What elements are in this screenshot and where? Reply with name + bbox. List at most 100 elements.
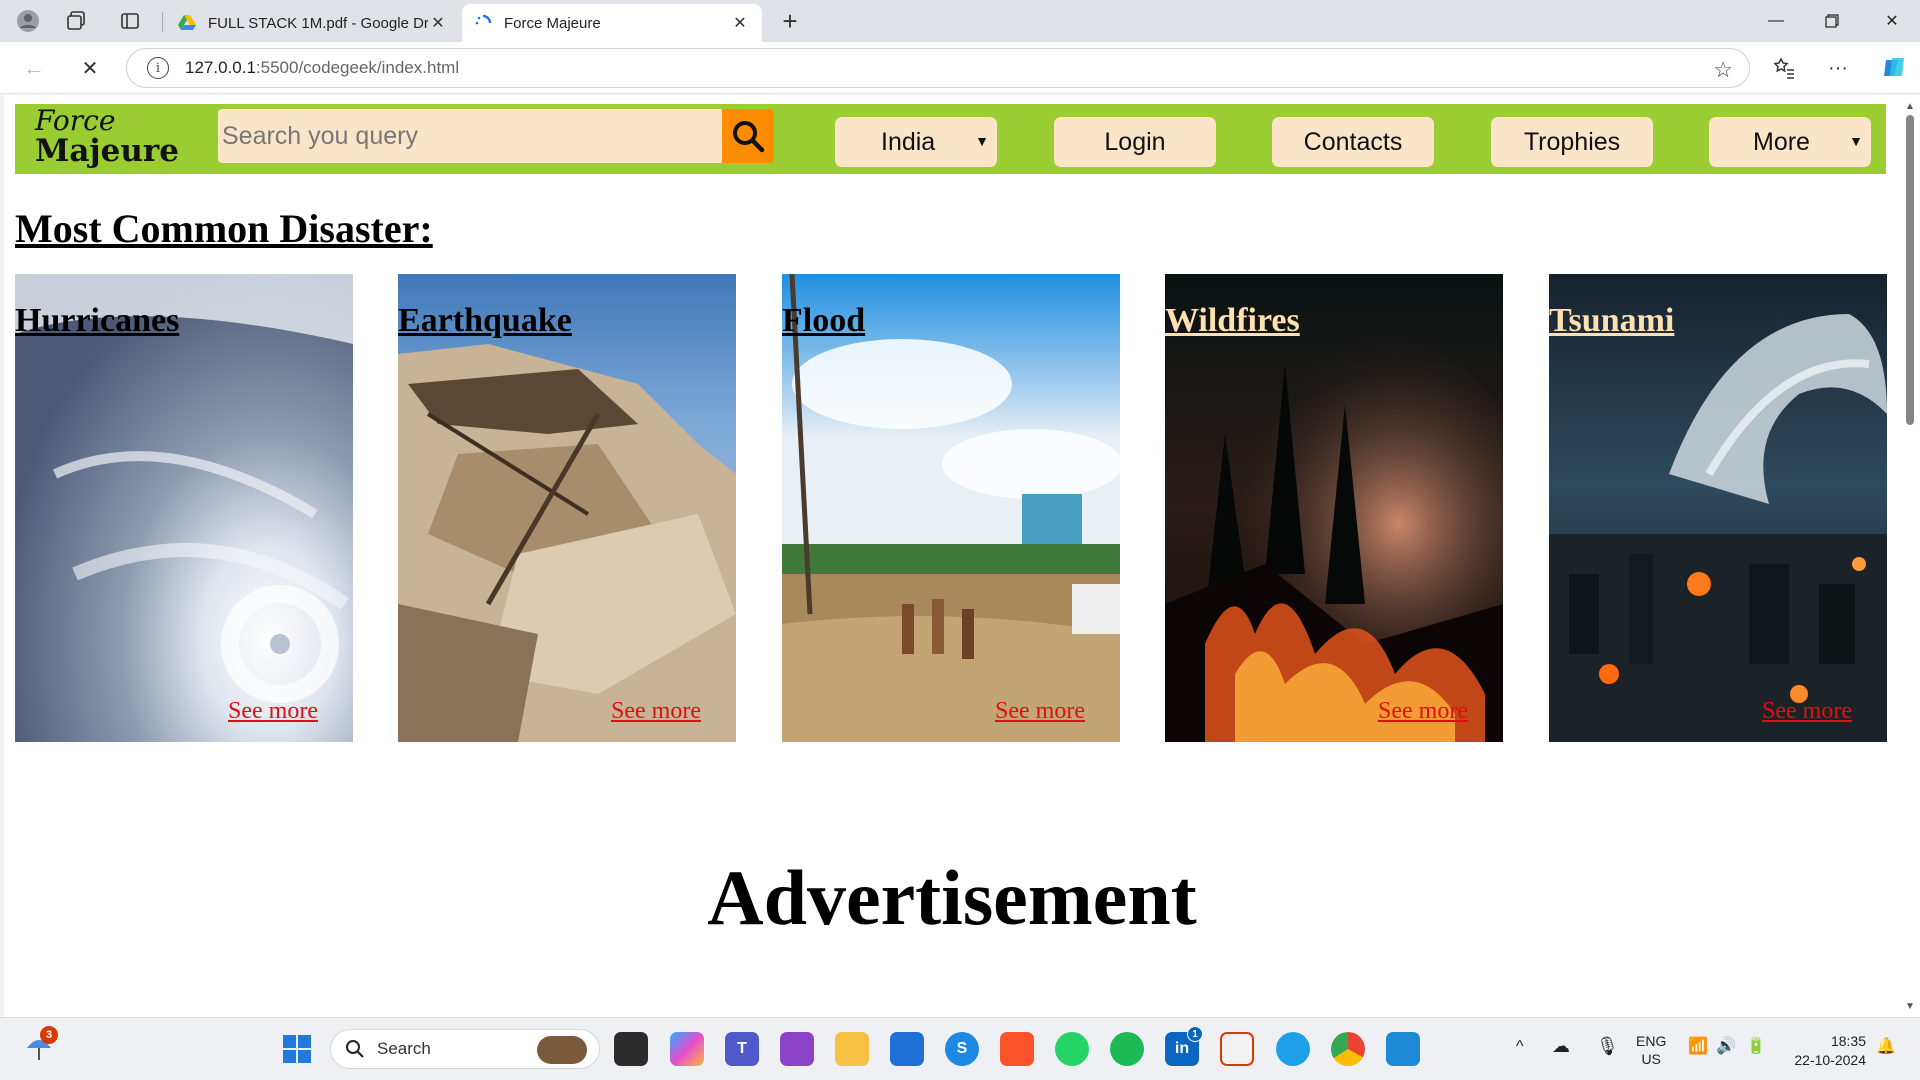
country-select-value: India	[881, 127, 936, 156]
volume-icon[interactable]: 🔊	[1716, 1036, 1736, 1056]
close-window-icon[interactable]: ✕	[1864, 0, 1920, 42]
see-more-link[interactable]: See more	[1762, 698, 1852, 725]
disaster-card-hurricanes: Hurricanes See more	[15, 274, 353, 742]
language-indicator[interactable]: ENG US	[1636, 1032, 1666, 1068]
page-viewport: Force Majeure Search you query India ▼ L…	[4, 95, 1900, 1017]
see-more-link[interactable]: See more	[1378, 698, 1468, 725]
copilot-app-icon[interactable]	[670, 1032, 704, 1066]
search-button[interactable]	[722, 109, 774, 163]
site-navbar: Force Majeure Search you query India ▼ L…	[15, 104, 1886, 174]
favorites-icon[interactable]	[1770, 54, 1798, 82]
favorite-star-icon[interactable]: ☆	[1713, 57, 1733, 83]
scroll-up-icon[interactable]: ▲	[1905, 101, 1915, 112]
chevron-up-icon[interactable]: ^	[1516, 1038, 1524, 1056]
edge-browser-icon[interactable]	[1276, 1032, 1310, 1066]
back-icon[interactable]: ←	[20, 54, 48, 82]
trophies-button[interactable]: Trophies	[1491, 117, 1653, 167]
tab-title: FULL STACK 1M.pdf - Google Driv	[208, 14, 428, 32]
minimize-icon[interactable]: —	[1748, 0, 1804, 42]
teams-icon[interactable]: T	[725, 1032, 759, 1066]
contacts-button[interactable]: Contacts	[1272, 117, 1434, 167]
login-button[interactable]: Login	[1054, 117, 1216, 167]
language-region: US	[1641, 1051, 1661, 1067]
microsoft-store-icon[interactable]	[890, 1032, 924, 1066]
onedrive-icon[interactable]: ☁	[1552, 1036, 1570, 1057]
google-drive-icon	[178, 15, 196, 30]
skype-icon[interactable]: S	[945, 1032, 979, 1066]
browser-tab-bar: FULL STACK 1M.pdf - Google Driv ✕ Force …	[0, 0, 1920, 42]
microphone-icon[interactable]: 🎙	[1596, 1036, 1619, 1057]
card-title[interactable]: Flood	[782, 302, 865, 340]
calculator-grid-icon[interactable]	[1220, 1032, 1254, 1066]
address-toolbar: ← ✕ i 127.0.0.1:5500/codegeek/index.html…	[0, 42, 1920, 94]
country-select[interactable]: India ▼	[835, 117, 997, 167]
scroll-down-icon[interactable]: ▼	[1905, 1001, 1915, 1012]
chrome-icon[interactable]	[1331, 1032, 1365, 1066]
page-scrollbar[interactable]: ▲ ▼	[1900, 95, 1920, 1017]
url-path: :5500/codegeek/index.html	[255, 58, 460, 77]
clock[interactable]: 18:35 22-10-2024	[1786, 1032, 1866, 1070]
card-title[interactable]: Tsunami	[1549, 302, 1674, 340]
logo-line-2: Majeure	[35, 133, 179, 170]
close-tab-icon[interactable]: ✕	[730, 13, 750, 33]
clock-date: 22-10-2024	[1794, 1052, 1866, 1068]
tab-actions-icon[interactable]	[118, 9, 142, 33]
copilot-icon[interactable]	[1880, 54, 1908, 82]
hurricane-image	[15, 274, 353, 742]
site-logo[interactable]: Force Majeure	[35, 106, 179, 168]
notification-bell-icon[interactable]: 🔔	[1876, 1036, 1896, 1056]
start-button[interactable]	[280, 1032, 314, 1066]
taskbar-search[interactable]: Search	[330, 1029, 600, 1069]
whatsapp-icon[interactable]	[1055, 1032, 1089, 1066]
task-view-icon[interactable]	[614, 1032, 648, 1066]
tab-google-drive[interactable]: FULL STACK 1M.pdf - Google Driv ✕	[166, 4, 460, 42]
site-info-icon[interactable]: i	[147, 57, 169, 79]
search-icon	[733, 121, 765, 153]
wildfire-image	[1165, 274, 1503, 742]
flood-image	[782, 274, 1120, 742]
chevron-down-icon: ▼	[1849, 133, 1863, 149]
clipchamp-icon[interactable]	[780, 1032, 814, 1066]
workspaces-icon[interactable]	[64, 9, 88, 33]
logo-line-1: Force	[35, 104, 116, 137]
card-title[interactable]: Hurricanes	[15, 302, 179, 340]
vscode-icon[interactable]	[1386, 1032, 1420, 1066]
windows-taskbar: 3 Search T S in 1 ^ ☁ 🎙 ENG US 📶 🔊 🔋 18:…	[0, 1017, 1920, 1080]
search-icon	[346, 1040, 364, 1058]
advertisement-heading: Advertisement	[707, 854, 1197, 941]
profile-icon[interactable]	[16, 9, 40, 33]
more-select[interactable]: More ▼	[1709, 117, 1871, 167]
spotify-icon[interactable]	[1110, 1032, 1144, 1066]
card-title[interactable]: Earthquake	[398, 302, 572, 340]
section-heading: Most Common Disaster:	[15, 206, 433, 251]
restore-icon[interactable]	[1804, 0, 1860, 42]
brave-browser-icon[interactable]	[1000, 1032, 1034, 1066]
close-tab-icon[interactable]: ✕	[428, 13, 448, 33]
weather-widget[interactable]: 3	[22, 1026, 58, 1066]
tab-force-majeure[interactable]: Force Majeure ✕	[462, 4, 762, 42]
new-tab-icon[interactable]: +	[778, 6, 802, 36]
wifi-icon[interactable]: 📶	[1688, 1036, 1708, 1056]
wombat-icon	[537, 1036, 587, 1064]
scrollbar-thumb[interactable]	[1906, 115, 1914, 425]
earthquake-image	[398, 274, 736, 742]
taskbar-search-label: Search	[377, 1039, 431, 1058]
see-more-link[interactable]: See more	[611, 698, 701, 725]
disaster-card-tsunami: Tsunami See more	[1549, 274, 1887, 742]
linkedin-badge: 1	[1187, 1026, 1203, 1042]
stop-loading-icon[interactable]: ✕	[76, 54, 104, 82]
tsunami-image	[1549, 274, 1887, 742]
url-text: 127.0.0.1:5500/codegeek/index.html	[185, 58, 459, 78]
see-more-link[interactable]: See more	[995, 698, 1085, 725]
battery-icon[interactable]: 🔋	[1746, 1036, 1766, 1056]
weather-badge: 3	[40, 1026, 58, 1044]
file-explorer-icon[interactable]	[835, 1032, 869, 1066]
linkedin-icon[interactable]: in 1	[1165, 1026, 1203, 1066]
disaster-card-flood: Flood See more	[782, 274, 1120, 742]
card-title[interactable]: Wildfires	[1165, 302, 1300, 340]
address-bar[interactable]: i 127.0.0.1:5500/codegeek/index.html ☆	[126, 48, 1750, 88]
search-input[interactable]: Search you query	[218, 109, 722, 163]
url-host: 127.0.0.1	[185, 58, 256, 77]
see-more-link[interactable]: See more	[228, 698, 318, 725]
settings-more-icon[interactable]: ···	[1824, 54, 1852, 82]
